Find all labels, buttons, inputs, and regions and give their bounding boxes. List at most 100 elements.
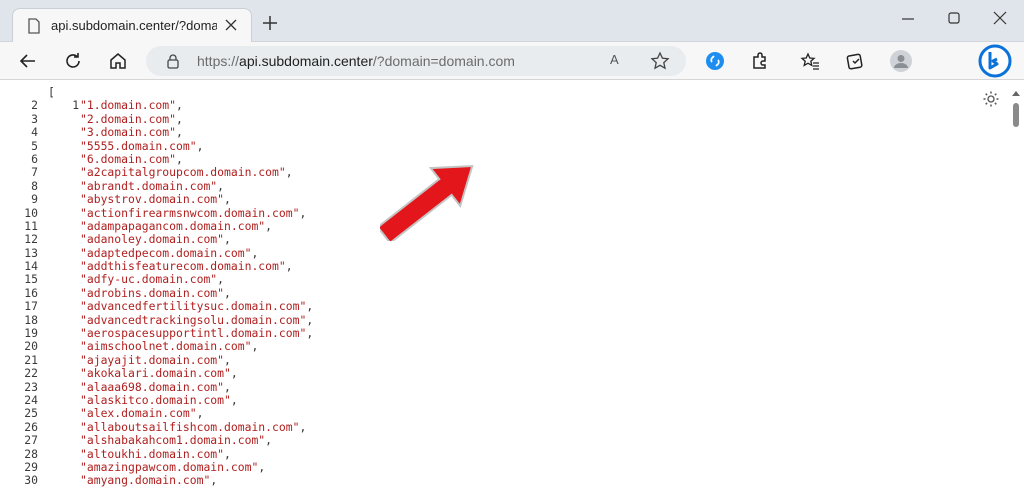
favorites-icon[interactable] — [800, 51, 820, 71]
comma: , — [299, 419, 307, 434]
json-string-entry: "alex.domain.com", — [80, 407, 203, 420]
code-line: 7 "a2capitalgroupcom.domain.com", — [0, 165, 292, 179]
tab-strip: api.subdomain.center/?domain= — [0, 0, 1024, 42]
tab-title: api.subdomain.center/?domain= — [51, 18, 217, 33]
json-string-entry: "amazingpawcom.domain.com", — [80, 460, 265, 474]
json-string-entry: "5555.domain.com", — [80, 138, 204, 153]
address-bar[interactable]: https://api.subdomain.center/?domain=dom… — [146, 46, 686, 76]
code-line: 11 "adampapagancom.domain.com", — [0, 219, 272, 233]
subdomain-string: "advancedfertilitysuc.domain.com" — [80, 299, 307, 314]
json-viewer: 1[ 2 "1.domain.com", 3 "2.domain.com", 4 "3.d… — [0, 85, 313, 488]
line-number: 24 — [24, 392, 38, 407]
json-string-entry: "a2capitalgroupcom.domain.com", — [80, 166, 293, 179]
open-bracket: [ — [48, 85, 55, 99]
subdomain-string: "6.domain.com" — [80, 151, 177, 166]
code-line: 26 "allaboutsailfishcom.domain.com", — [0, 420, 306, 434]
line-number: 17 — [24, 299, 38, 314]
code-line: 22 "akokalari.domain.com", — [0, 366, 237, 381]
scrollbar-thumb[interactable] — [1013, 103, 1019, 127]
comma: , — [224, 446, 231, 461]
line-number: 22 — [24, 366, 38, 381]
vertical-scrollbar[interactable] — [1008, 81, 1024, 489]
comma: , — [306, 299, 314, 314]
url-text[interactable]: https://api.subdomain.center/?domain=dom… — [197, 53, 515, 69]
comma: , — [196, 406, 204, 421]
subdomain-string: "adfy-uc.domain.com" — [80, 272, 218, 287]
bing-icon[interactable] — [978, 44, 1012, 78]
code-line: 12 "adanoley.domain.com", — [0, 232, 231, 246]
comma: , — [285, 259, 293, 274]
home-icon[interactable] — [108, 51, 128, 71]
comma: , — [176, 111, 183, 126]
minimize-icon[interactable] — [900, 10, 916, 26]
line-number: 5 — [31, 138, 38, 153]
comma: , — [306, 312, 314, 327]
comma: , — [176, 125, 183, 140]
window-close-icon[interactable] — [992, 10, 1008, 26]
comma: , — [176, 98, 183, 113]
json-string-entry: "akokalari.domain.com", — [80, 367, 238, 380]
read-aloud-icon[interactable]: A — [610, 52, 630, 70]
red-arrow-annotation — [380, 164, 474, 241]
lock-icon[interactable] — [166, 53, 180, 69]
subdomain-string: "2.domain.com" — [80, 111, 177, 126]
comma: , — [230, 366, 238, 381]
json-string-entry: "abrandt.domain.com", — [80, 179, 224, 193]
subdomain-string: "adanoley.domain.com" — [80, 232, 225, 247]
json-string-entry: "aerospacesupportintl.domain.com", — [80, 326, 313, 340]
json-string-entry: "addthisfeaturecom.domain.com", — [80, 259, 293, 274]
gear-icon[interactable] — [982, 90, 1000, 108]
subdomain-string: "actionfirearmsnwcom.domain.com" — [80, 205, 300, 220]
json-string-entry: "6.domain.com", — [80, 151, 183, 166]
new-tab-icon[interactable] — [262, 15, 278, 31]
comma: , — [217, 272, 225, 287]
subdomain-string: "allaboutsailfishcom.domain.com" — [80, 419, 300, 434]
shazam-icon[interactable] — [705, 51, 725, 71]
json-string-entry: "alaaa698.domain.com", — [80, 380, 231, 394]
comma: , — [224, 285, 231, 300]
json-string-entry: "amyang.domain.com", — [80, 474, 217, 487]
star-icon[interactable] — [650, 51, 670, 71]
comma: , — [251, 339, 259, 354]
line-number: 9 — [31, 192, 38, 207]
subdomain-string: "amyang.domain.com" — [80, 473, 211, 488]
subdomain-string: "akokalari.domain.com" — [80, 366, 231, 381]
line-number: 15 — [24, 272, 38, 287]
code-line: 6 "6.domain.com", — [0, 151, 183, 166]
code-line: 18 "advancedtrackingsolu.domain.com", — [0, 313, 313, 327]
maximize-icon[interactable] — [946, 10, 962, 26]
subdomain-string: "addthisfeaturecom.domain.com" — [80, 259, 286, 274]
line-number: 19 — [24, 326, 38, 341]
close-icon[interactable] — [223, 17, 239, 33]
subdomain-string: "advancedtrackingsolu.domain.com" — [80, 312, 307, 327]
comma: , — [299, 205, 307, 220]
profile-icon[interactable] — [890, 50, 912, 72]
line-number: 25 — [24, 406, 38, 421]
json-string-entry: "alaskitco.domain.com", — [80, 393, 238, 407]
json-string-entry: "adfy-uc.domain.com", — [80, 273, 224, 286]
browser-tab[interactable]: api.subdomain.center/?domain= — [12, 8, 252, 42]
comma: , — [196, 138, 204, 153]
subdomain-string: "adampapagancom.domain.com" — [80, 218, 266, 233]
line-number: 3 — [31, 111, 38, 126]
code-line: 27 "alshabakahcom1.domain.com", — [0, 433, 272, 448]
line-number: 27 — [24, 433, 38, 448]
collections-icon[interactable] — [845, 51, 865, 71]
subdomain-string: "adaptedpecom.domain.com" — [80, 245, 252, 260]
code-line: 16 "adrobins.domain.com", — [0, 286, 231, 300]
json-string-entry: "adaptedpecom.domain.com", — [80, 245, 258, 260]
code-line: 19 "aerospacesupportintl.domain.com", — [0, 326, 313, 341]
line-number: 6 — [31, 151, 38, 166]
line-number: 2 — [31, 98, 38, 113]
scroll-up-icon[interactable] — [1011, 89, 1021, 97]
code-line: 1[ — [0, 85, 79, 112]
code-line: 5 "5555.domain.com", — [0, 138, 203, 153]
puzzle-icon[interactable] — [750, 51, 770, 71]
comma: , — [176, 151, 183, 166]
subdomain-string: "abystrov.domain.com" — [80, 192, 225, 207]
refresh-icon[interactable] — [63, 51, 83, 71]
json-string-entry: "advancedfertilitysuc.domain.com", — [80, 300, 313, 313]
code-line: 2 "1.domain.com", — [0, 98, 183, 113]
back-arrow-icon[interactable] — [18, 51, 38, 71]
json-string-entry: "3.domain.com", — [80, 125, 183, 140]
